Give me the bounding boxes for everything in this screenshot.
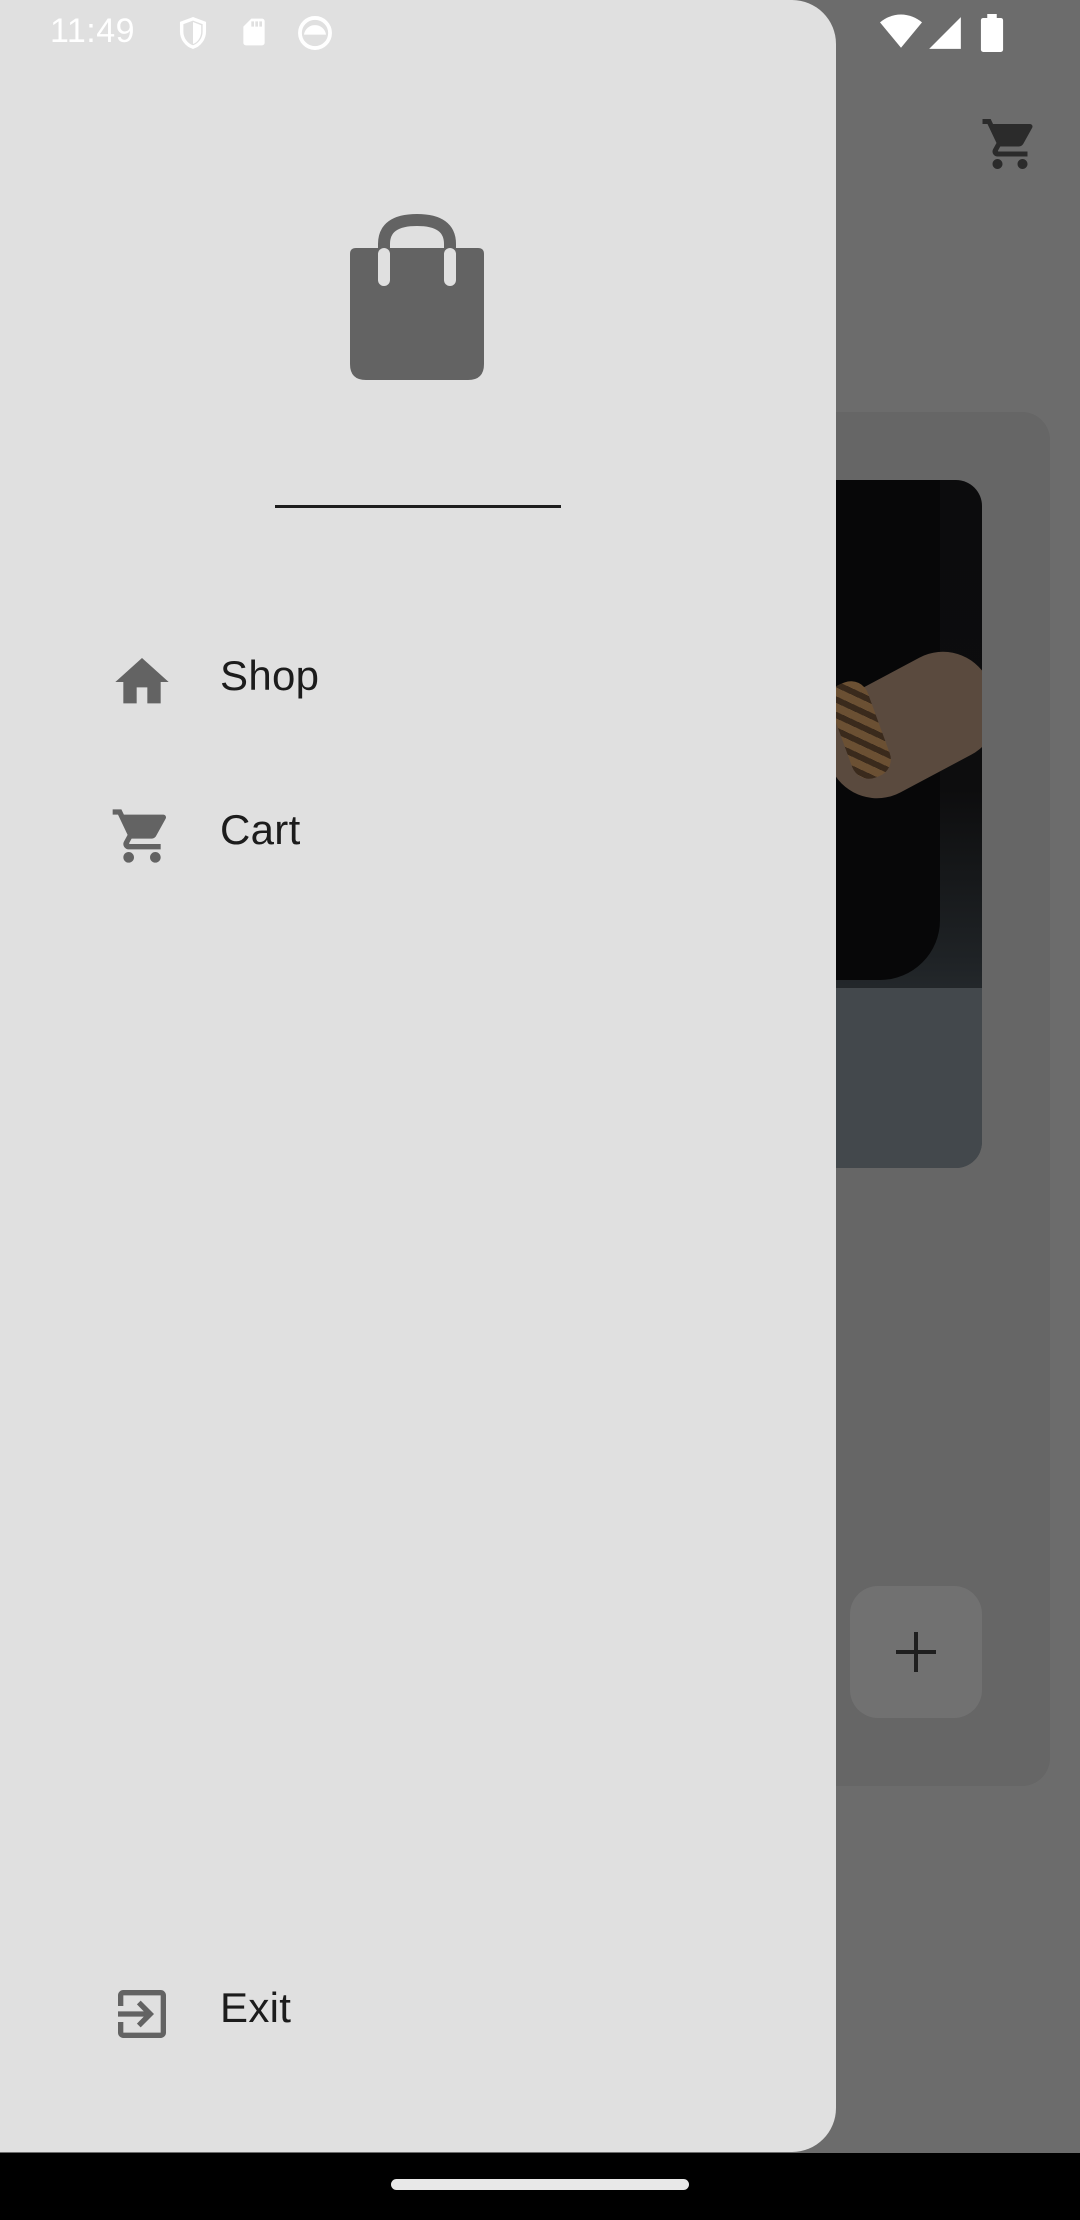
shopping-cart-icon[interactable] <box>980 114 1040 174</box>
signal-icon <box>929 17 961 49</box>
drawer-item-shop[interactable]: Shop <box>0 614 836 734</box>
screen: oducts 11:49 <box>0 0 1080 2220</box>
battery-icon <box>980 14 1004 52</box>
drawer-item-exit[interactable]: Exit <box>0 1946 836 2066</box>
wifi-icon <box>880 14 922 48</box>
drawer-divider <box>275 505 561 508</box>
android-face-icon <box>298 16 332 50</box>
system-nav-bar <box>0 2153 1080 2220</box>
shopping-bag-icon <box>350 214 484 380</box>
status-bar: 11:49 <box>0 0 1080 66</box>
home-gesture-handle[interactable] <box>391 2179 689 2190</box>
drawer-item-label: Shop <box>220 652 320 699</box>
navigation-drawer: Shop Cart Exit <box>0 0 836 2152</box>
sd-card-icon <box>243 18 265 46</box>
drawer-item-label: Cart <box>220 806 301 853</box>
home-icon <box>115 658 169 704</box>
drawer-item-label: Exit <box>220 1984 292 2031</box>
shopping-cart-icon <box>112 809 167 863</box>
exit-icon <box>118 1990 166 2038</box>
shield-icon <box>179 17 207 49</box>
status-time: 11:49 <box>50 12 136 50</box>
add-to-cart-button[interactable] <box>850 1586 982 1718</box>
drawer-item-cart[interactable]: Cart <box>0 768 836 888</box>
